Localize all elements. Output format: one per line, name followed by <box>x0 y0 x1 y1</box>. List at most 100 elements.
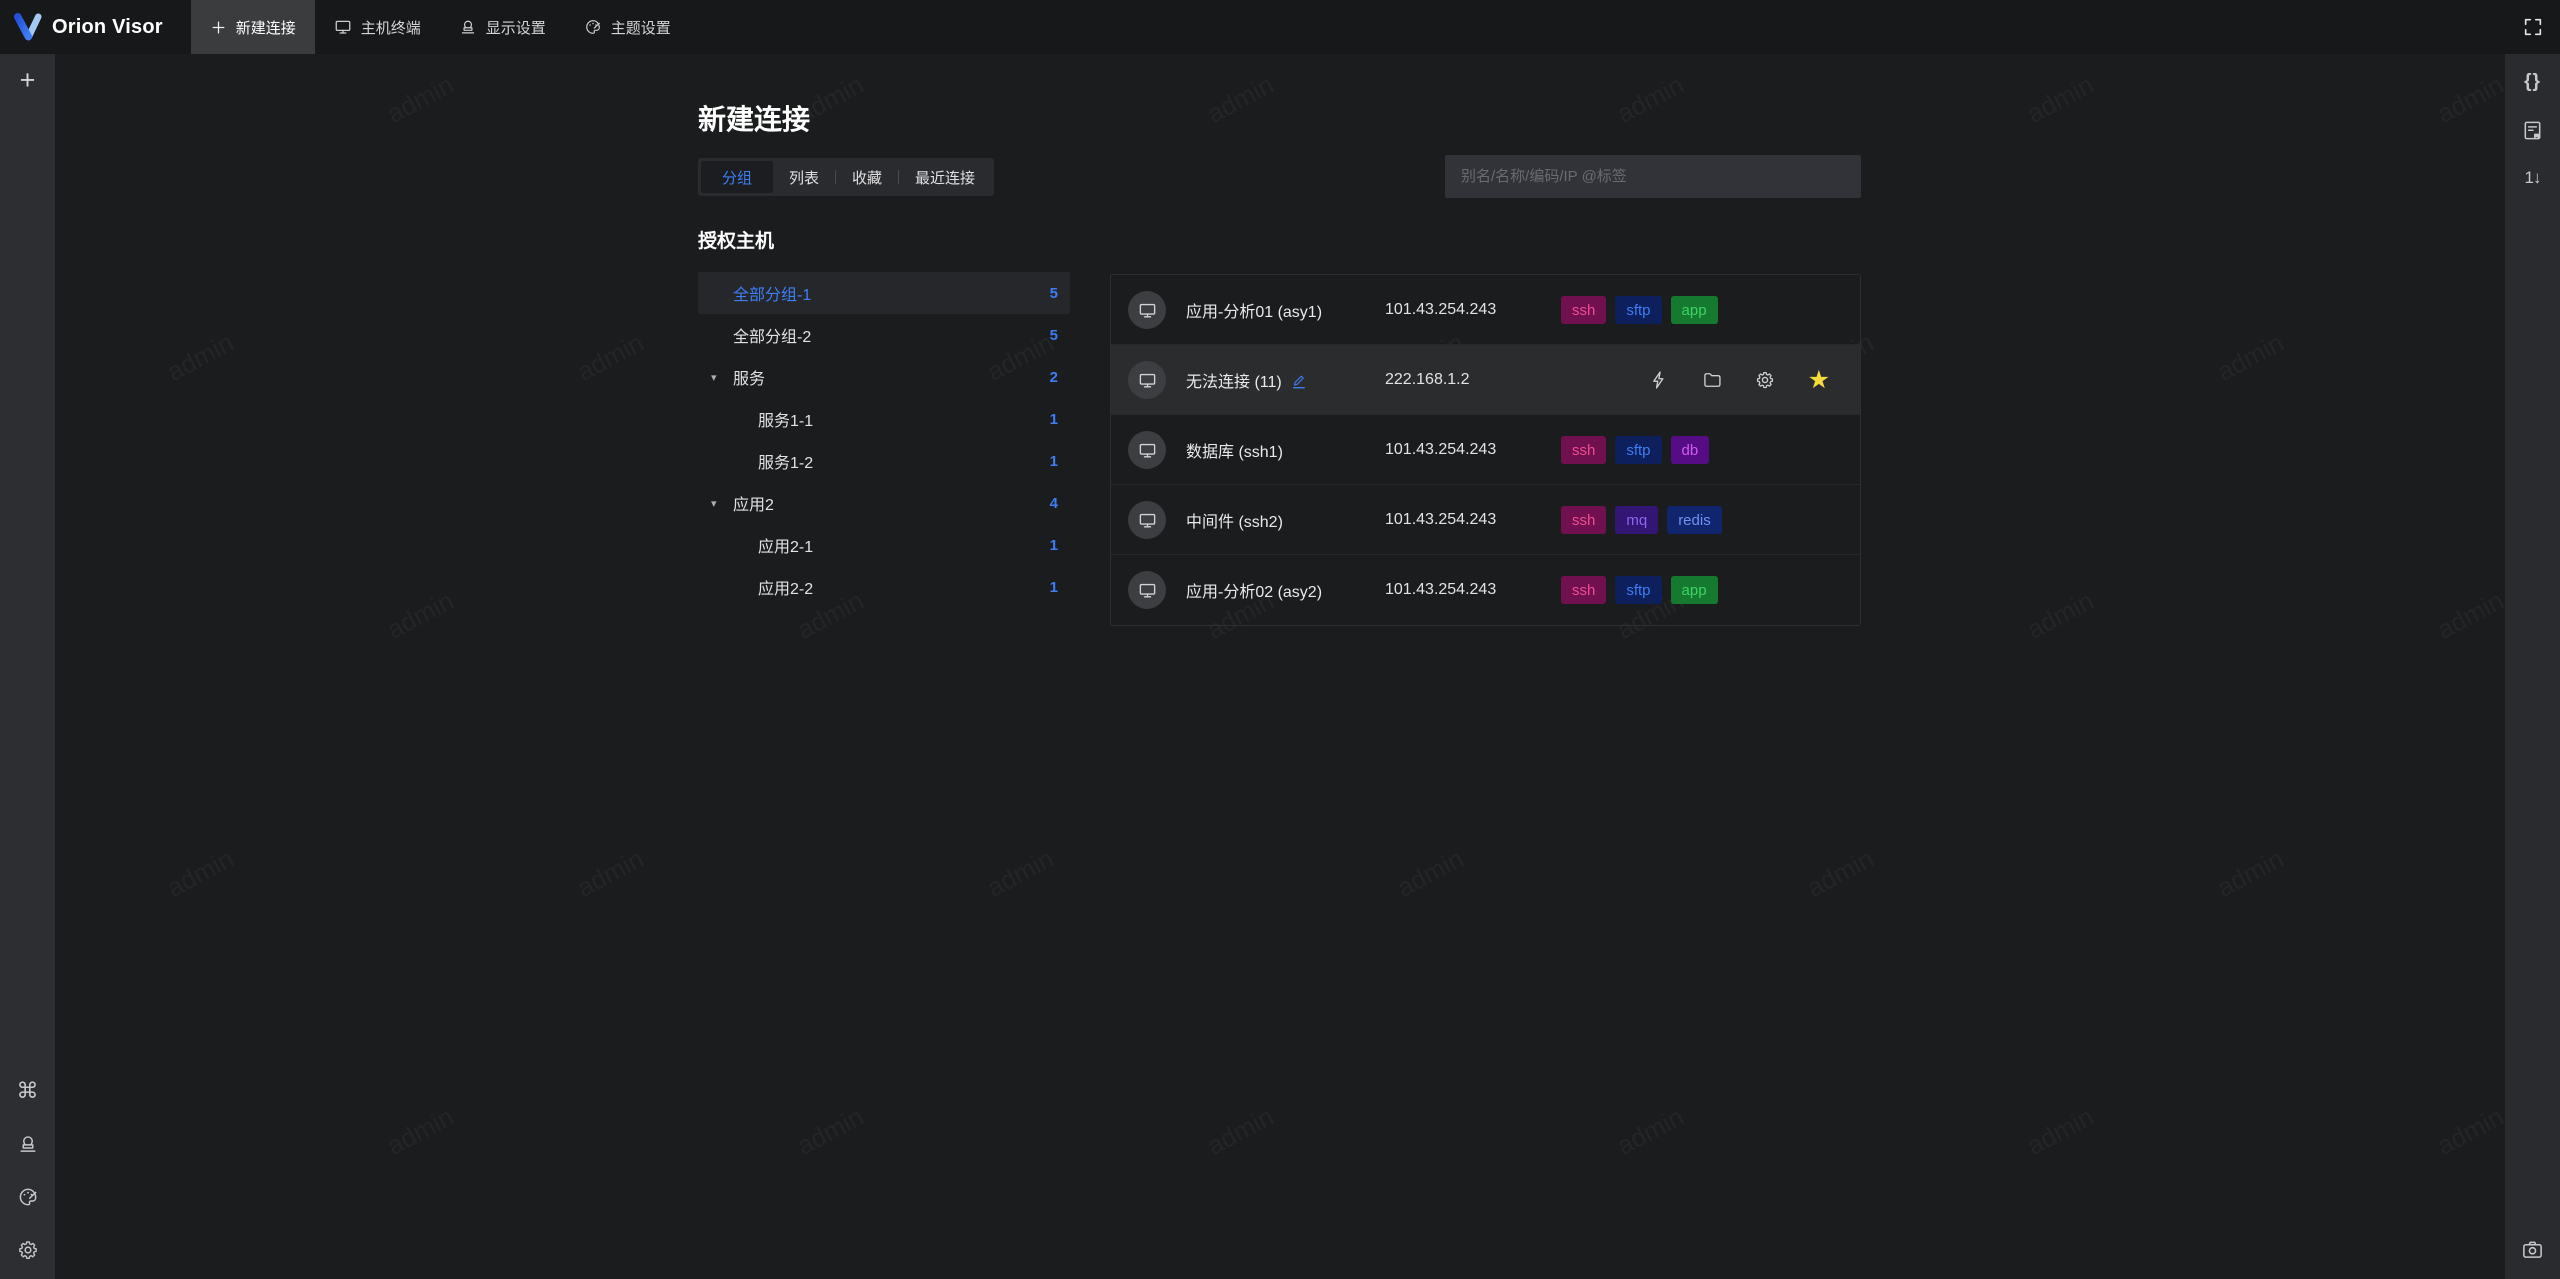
host-tag: db <box>1670 436 1710 464</box>
new-panel-plus-icon[interactable]: + <box>20 67 36 94</box>
search-input[interactable] <box>1445 155 1861 198</box>
view-tab-list[interactable]: 列表 <box>773 161 835 193</box>
host-tag: sftp <box>1615 436 1662 464</box>
host-tag: sftp <box>1615 576 1662 604</box>
stamp-icon <box>461 20 474 34</box>
view-tab-group[interactable]: 分组 <box>701 161 774 193</box>
monitor-icon <box>1139 373 1155 388</box>
fullscreen-icon[interactable] <box>2522 16 2544 38</box>
folder-icon[interactable] <box>1702 370 1722 390</box>
host-tags: ssh sftp db <box>1561 415 1710 485</box>
host-name: 中间件 (ssh2) <box>1186 514 1283 531</box>
host-tag: ssh <box>1561 506 1607 534</box>
top-tab-new-connection[interactable]: 新建连接 <box>190 0 315 54</box>
app-title: Orion Visor <box>52 15 163 38</box>
host-ip: 222.168.1.2 <box>1385 371 1470 388</box>
caret-down-icon[interactable]: ▾ <box>711 371 717 384</box>
host-count-badge: 1 <box>1049 410 1058 428</box>
host-ip: 101.43.254.243 <box>1385 511 1497 528</box>
top-tab-label: 主题设置 <box>610 19 671 37</box>
host-ip: 101.43.254.243 <box>1385 581 1497 598</box>
plus-icon <box>212 21 225 33</box>
document-bookmark-icon[interactable] <box>2521 119 2544 142</box>
view-tab-recent[interactable]: 最近连接 <box>899 161 991 193</box>
group-tree: 全部分组-1 5 全部分组-2 5 ▾ 服务 2 服务1-1 1 服务1-2 1… <box>698 272 1070 608</box>
host-row[interactable]: 中间件 (ssh2) 101.43.254.243 ssh mq redis <box>1111 485 1860 555</box>
edit-pencil-icon[interactable] <box>1291 372 1307 389</box>
watermark-layer: admin admin admin admin admin admin admin admin… <box>161 69 2505 1161</box>
monitor-icon <box>1139 303 1155 318</box>
host-name: 应用-分析01 (asy1) <box>1186 304 1323 321</box>
tree-item-group[interactable]: 服务1-1 1 <box>698 398 1070 440</box>
tree-item-group[interactable]: 应用2-2 1 <box>698 566 1070 608</box>
json-braces-icon[interactable]: {} <box>2524 71 2541 93</box>
monitor-icon <box>1139 513 1155 528</box>
host-row[interactable]: 数据库 (ssh1) 101.43.254.243 ssh sftp db <box>1111 415 1860 485</box>
tree-item-group[interactable]: 全部分组-1 5 <box>698 272 1070 314</box>
host-list: 应用-分析01 (asy1) 101.43.254.243 ssh sftp a… <box>1110 274 1861 626</box>
palette-icon <box>585 20 600 34</box>
gear-icon[interactable] <box>17 1239 39 1261</box>
top-tab-label: 主机终端 <box>360 19 421 37</box>
host-tags: ssh sftp app <box>1561 275 1718 345</box>
host-tag: ssh <box>1561 576 1607 604</box>
connect-lightning-icon[interactable] <box>1649 370 1669 390</box>
page-title: 新建连接 <box>698 104 811 135</box>
tree-item-group[interactable]: ▾ 服务 2 <box>698 356 1070 398</box>
camera-icon[interactable] <box>2521 1238 2544 1261</box>
monitor-icon <box>1139 443 1155 458</box>
host-name: 数据库 (ssh1) <box>1186 444 1283 461</box>
host-tags: ssh mq redis <box>1561 485 1722 555</box>
right-sidebar: {} 1↓ <box>2505 54 2560 1279</box>
top-tab-host-terminal[interactable]: 主机终端 <box>315 0 440 54</box>
host-tag: app <box>1670 576 1718 604</box>
left-sidebar: + ⌘ <box>0 54 55 1279</box>
numeric-sort-icon[interactable]: 1↓ <box>2525 168 2542 188</box>
main-content: admin admin admin admin admin admin admin admin… <box>55 54 2505 1279</box>
monitor-icon <box>335 20 351 34</box>
app-brand: Orion Visor <box>0 0 177 54</box>
host-row[interactable]: 无法连接 (11) 222.168.1.2 ★ <box>1111 345 1860 415</box>
command-icon[interactable]: ⌘ <box>17 1080 39 1102</box>
host-tag: ssh <box>1561 436 1607 464</box>
caret-down-icon[interactable]: ▾ <box>711 497 717 510</box>
host-ip: 101.43.254.243 <box>1385 441 1497 458</box>
host-search-box <box>1445 155 1861 198</box>
top-tab-label: 显示设置 <box>485 19 546 37</box>
host-tag: mq <box>1615 506 1659 534</box>
host-tag: ssh <box>1561 296 1607 324</box>
host-count-badge: 1 <box>1049 452 1058 470</box>
host-count-badge: 4 <box>1049 494 1058 512</box>
host-count-badge: 5 <box>1049 326 1058 344</box>
host-avatar <box>1128 431 1166 469</box>
host-count-badge: 2 <box>1049 368 1058 386</box>
host-tag: redis <box>1667 506 1722 534</box>
monitor-icon <box>1139 583 1155 598</box>
palette-icon[interactable] <box>17 1186 39 1208</box>
tree-item-group[interactable]: ▾ 应用2 4 <box>698 482 1070 524</box>
tree-item-group[interactable]: 全部分组-2 5 <box>698 314 1070 356</box>
host-tag: app <box>1670 296 1718 324</box>
host-avatar <box>1128 571 1166 609</box>
top-nav: 新建连接 主机终端 显示设置 主题设置 <box>190 0 690 54</box>
host-avatar <box>1128 361 1166 399</box>
host-tags: ssh sftp app <box>1561 555 1718 625</box>
host-name: 应用-分析02 (asy2) <box>1186 584 1323 601</box>
host-row-actions: ★ <box>1649 345 1830 415</box>
host-avatar <box>1128 291 1166 329</box>
host-row[interactable]: 应用-分析01 (asy1) 101.43.254.243 ssh sftp a… <box>1111 275 1860 345</box>
stamp-icon[interactable] <box>17 1133 39 1155</box>
favorite-star-icon[interactable]: ★ <box>1808 367 1830 393</box>
tree-item-group[interactable]: 服务1-2 1 <box>698 440 1070 482</box>
top-tab-label: 新建连接 <box>235 19 296 37</box>
gear-icon[interactable] <box>1755 370 1775 390</box>
top-tab-theme-settings[interactable]: 主题设置 <box>565 0 690 54</box>
host-row[interactable]: 应用-分析02 (asy2) 101.43.254.243 ssh sftp a… <box>1111 555 1860 625</box>
tree-item-group[interactable]: 应用2-1 1 <box>698 524 1070 566</box>
host-tag: sftp <box>1615 296 1662 324</box>
host-count-badge: 5 <box>1049 284 1058 302</box>
orion-visor-logo-icon <box>14 13 42 41</box>
view-tab-favorites[interactable]: 收藏 <box>836 161 898 193</box>
host-name: 无法连接 (11) <box>1186 374 1282 391</box>
top-tab-display-settings[interactable]: 显示设置 <box>440 0 565 54</box>
